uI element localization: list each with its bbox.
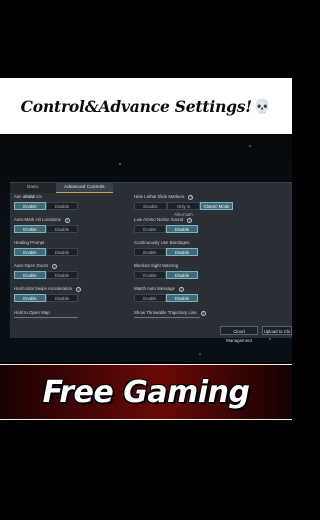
enable-button[interactable]: Enable: [14, 248, 46, 256]
free-gaming-banner: Free Gaming: [0, 364, 292, 420]
disable-button[interactable]: Disable: [166, 294, 198, 302]
toggle-group: Enable Disable: [14, 294, 81, 302]
setting-auto-mark-hit-locations: Auto-Mark Hit Locations ? Enable Disable: [14, 217, 78, 233]
divider: [134, 317, 200, 318]
toggle-group: Disable Only in Aftermath Classic Mode: [134, 202, 233, 217]
setting-low-ammo-notice-sound: Low Ammo Notice Sound ? Enable Disable: [134, 217, 198, 233]
divider: [14, 317, 78, 318]
tab-advanced-controls[interactable]: Advanced Controls: [56, 183, 113, 193]
setting-hide-lethal-slide-markers: Hide Lethal Slide Markers ? Disable Only…: [134, 194, 233, 217]
settings-panel: Basic Controls Advanced Controls Aim ass…: [10, 182, 292, 343]
disable-button[interactable]: Disable: [134, 202, 167, 210]
info-icon[interactable]: ?: [64, 217, 70, 223]
toggle-group: Enable Disable: [14, 202, 78, 210]
enable-button[interactable]: Enable: [134, 271, 166, 279]
info-icon[interactable]: ?: [76, 286, 82, 292]
settings-tabs: Basic Controls Advanced Controls: [10, 183, 113, 200]
setting-label: Hold to Open Map: [14, 310, 50, 315]
setting-label: Auto-Open Doors: [14, 263, 49, 268]
setting-label: Show Throwable Trajectory Line: [134, 310, 197, 315]
setting-label: Aim assist: [14, 194, 35, 199]
page-title: Control&Advance Settings!: [20, 96, 252, 116]
only-in-aftermath-button[interactable]: Only in Aftermath: [167, 202, 200, 217]
upload-to-cloud-button[interactable]: Upload to Clo: [262, 326, 292, 335]
info-icon[interactable]: ?: [52, 263, 58, 269]
setting-label: Blocked Sight Warning: [134, 263, 179, 268]
setting-horizontal-swipe-acceleration: Horizontal Swipe Acceleration ? Enable D…: [14, 286, 82, 302]
disable-button[interactable]: Disable: [166, 248, 198, 256]
setting-healing-prompt: Healing Prompt Enable Disable: [14, 240, 78, 256]
toggle-group: Enable Disable: [134, 294, 198, 302]
setting-label: Low Ammo Notice Sound: [134, 217, 184, 222]
setting-label: Healing Prompt: [14, 240, 45, 245]
enable-button[interactable]: Enable: [14, 271, 46, 279]
disable-button[interactable]: Disable: [166, 271, 198, 279]
disable-button[interactable]: Disable: [46, 248, 78, 256]
cloud-management-button[interactable]: Cloud Management: [220, 326, 258, 343]
setting-auto-open-doors: Auto-Open Doors ? Enable Disable: [14, 263, 78, 279]
info-icon[interactable]: ?: [179, 286, 185, 292]
setting-hold-to-open-map: Hold to Open Map: [14, 310, 78, 318]
title-band: Control&Advance Settings! 💀: [0, 78, 292, 134]
setting-label: Horizontal Swipe Acceleration: [14, 286, 73, 291]
setting-aim-assist: Aim assist Enable Disable: [14, 194, 78, 210]
info-icon[interactable]: ?: [187, 217, 193, 223]
disable-button[interactable]: Disable: [166, 225, 198, 233]
setting-match-auto-message: Match Auto Message ? Enable Disable: [134, 286, 198, 302]
toggle-group: Enable Disable: [134, 225, 198, 233]
skull-icon: 💀: [253, 97, 272, 114]
setting-blocked-sight-warning: Blocked Sight Warning Enable Disable: [134, 263, 198, 279]
info-icon[interactable]: ?: [200, 310, 206, 316]
toggle-group: Enable Disable: [134, 248, 198, 256]
enable-button[interactable]: Enable: [134, 248, 166, 256]
setting-continuously-use-bandages: Continuously Use Bandages Enable Disable: [134, 240, 198, 256]
setting-label: Match Auto Message: [134, 286, 176, 291]
toggle-group: Enable Disable: [134, 271, 198, 279]
setting-label: Hide Lethal Slide Markers: [134, 194, 185, 199]
disable-button[interactable]: Disable: [46, 271, 78, 279]
toggle-group: Enable Disable: [14, 225, 78, 233]
game-screenshot: Basic Controls Advanced Controls Aim ass…: [0, 134, 292, 362]
setting-show-throwable-trajectory-line: Show Throwable Trajectory Line ?: [134, 310, 206, 318]
enable-button[interactable]: Enable: [134, 294, 166, 302]
info-icon[interactable]: ?: [188, 194, 194, 200]
toggle-group: Enable Disable: [14, 248, 78, 256]
disable-button[interactable]: Disable: [46, 225, 78, 233]
tab-basic-controls[interactable]: Basic Controls: [10, 183, 56, 200]
classic-mode-button[interactable]: Classic Mode: [200, 202, 233, 210]
setting-label: Auto-Mark Hit Locations: [14, 217, 61, 222]
enable-button[interactable]: Enable: [14, 202, 46, 210]
enable-button[interactable]: Enable: [14, 294, 46, 302]
disable-button[interactable]: Disable: [46, 202, 78, 210]
setting-label: Continuously Use Bandages: [134, 240, 190, 245]
toggle-group: Enable Disable: [14, 271, 78, 279]
banner-text: Free Gaming: [42, 374, 250, 410]
enable-button[interactable]: Enable: [14, 225, 46, 233]
disable-button[interactable]: Disable: [46, 294, 78, 302]
enable-button[interactable]: Enable: [134, 225, 166, 233]
